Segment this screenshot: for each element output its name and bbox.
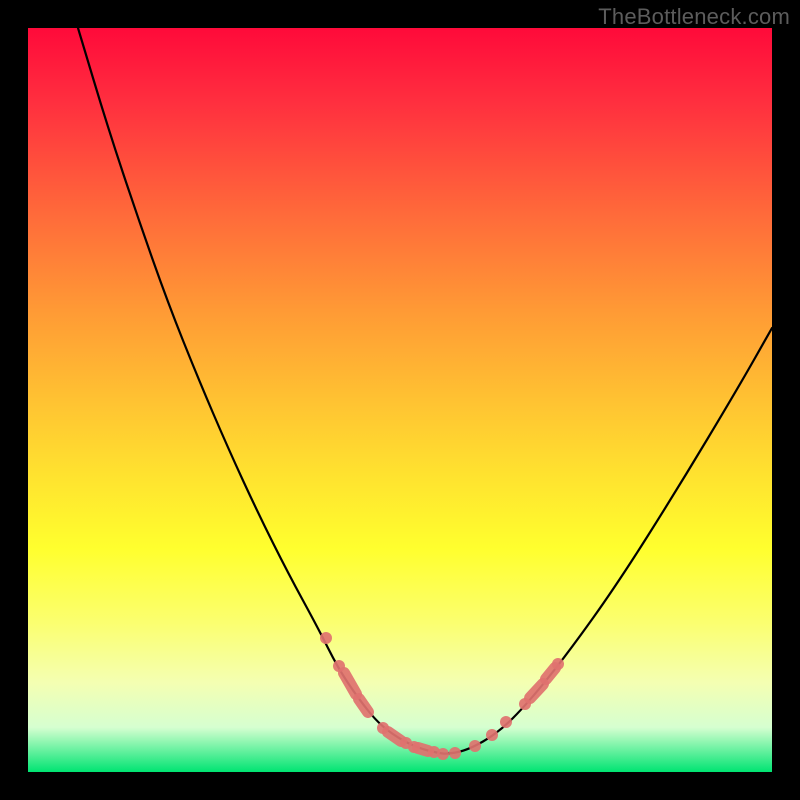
curve-marker-dot [320,632,332,644]
curve-marker-dash [388,732,401,741]
curve-marker-dot [408,741,420,753]
curve-marker-dash [530,684,543,698]
curve-marker-dash [359,699,368,712]
curve-marker-dot [469,740,481,752]
curve-marker-dot [486,729,498,741]
curve-marker-dot [500,716,512,728]
curve-marker-dot [333,660,345,672]
curve-marker-dash [546,668,555,679]
bottleneck-curve [78,28,772,754]
marker-layer [320,632,564,760]
watermark-text: TheBottleneck.com [598,4,790,30]
chart-plot-area [28,28,772,772]
curve-marker-dot [437,748,449,760]
curve-marker-dot [377,722,389,734]
curve-marker-dot [552,658,564,670]
curve-marker-dash [344,673,356,694]
chart-svg [28,28,772,772]
curve-marker-dot [519,698,531,710]
curve-marker-dot [449,747,461,759]
